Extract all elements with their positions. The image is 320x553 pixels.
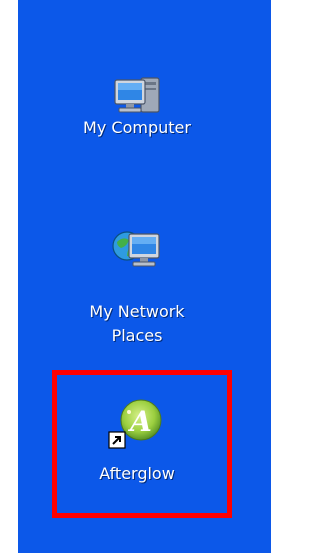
network-places-icon xyxy=(112,231,160,267)
afterglow-shortcut[interactable]: A Afterglow xyxy=(62,392,212,502)
svg-text:A: A xyxy=(127,405,152,438)
my-network-places-shortcut[interactable]: My Network Places xyxy=(62,218,212,348)
my-network-places-label: My Network Places xyxy=(89,302,185,345)
afterglow-app-icon: A xyxy=(108,399,162,449)
desktop: My Computer My Network Places A Afterglo… xyxy=(0,0,271,553)
my-computer-label: My Computer xyxy=(83,118,191,137)
my-computer-shortcut[interactable]: My Computer xyxy=(62,66,212,146)
afterglow-label: Afterglow xyxy=(99,464,175,483)
